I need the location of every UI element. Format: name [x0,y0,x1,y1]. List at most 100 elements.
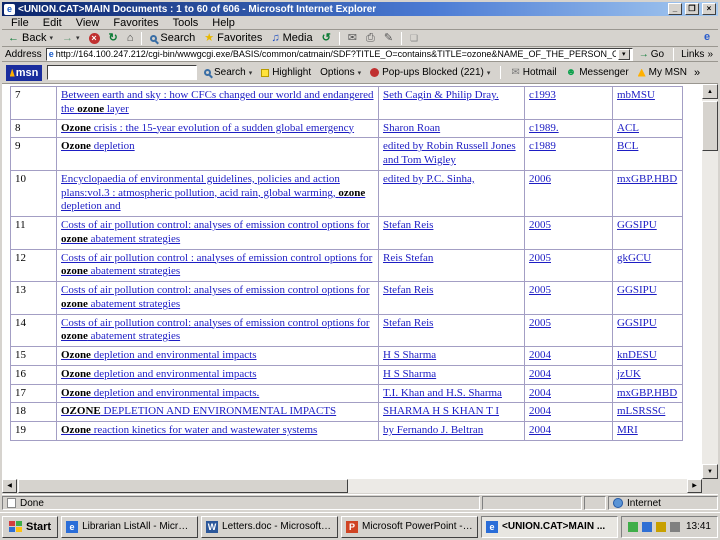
author-link[interactable]: Seth Cagin & Philip Dray. [383,89,499,101]
author-link[interactable]: Stefan Reis [383,219,433,231]
title-link[interactable]: Ozone depletion [61,140,135,152]
code-link[interactable]: jzUK [617,368,641,380]
code-link[interactable]: mLSRSSC [617,405,665,417]
horizontal-scroll-thumb[interactable] [18,479,348,493]
code-link[interactable]: knDESU [617,349,657,361]
back-button[interactable]: ← Back ▾ [4,31,57,46]
address-input[interactable]: e http://164.100.247.212/cgi-bin/wwwgcgi… [45,47,633,61]
author-link[interactable]: by Fernando J. Beltran [383,424,483,436]
msn-messenger-button[interactable]: ☻ Messenger [564,67,631,78]
menu-file[interactable]: File [4,17,36,29]
year-link[interactable]: 2005 [529,284,551,296]
stop-button[interactable]: × [85,31,104,46]
title-link[interactable]: Costs of air pollution control: analyses… [61,219,370,245]
year-link[interactable]: 2004 [529,405,551,417]
msn-search-input[interactable] [47,65,197,80]
msn-options-button[interactable]: Options ▾ [318,67,363,78]
taskbar-task[interactable]: eLibrarian ListAll - Microsof... [61,515,199,538]
title-link[interactable]: Costs of air pollution control : analyse… [61,252,372,278]
scroll-down-icon[interactable]: ▼ [702,464,718,479]
search-button[interactable]: Search [146,31,199,46]
msn-overflow-chevron-icon[interactable]: » [694,67,700,79]
refresh-button[interactable]: ↻ [105,31,122,46]
year-link[interactable]: 2005 [529,317,551,329]
code-link[interactable]: MRI [617,424,638,436]
year-link[interactable]: 2005 [529,219,551,231]
code-link[interactable]: GGSIPU [617,317,657,329]
tray-icon[interactable] [627,521,638,532]
title-link[interactable]: OZONE DEPLETION AND ENVIRONMENTAL IMPACT… [61,405,336,417]
restore-button[interactable]: ❐ [685,3,699,15]
menu-edit[interactable]: Edit [36,17,69,29]
author-link[interactable]: Stefan Reis [383,284,433,296]
msn-hotmail-button[interactable]: ✉ Hotmail [509,67,558,78]
vertical-scroll-thumb[interactable] [702,101,718,151]
code-link[interactable]: GGSIPU [617,219,657,231]
title-link[interactable]: Encyclopaedia of environmental guideline… [61,173,365,213]
scroll-left-icon[interactable]: ◀ [2,479,17,493]
title-link[interactable]: Between earth and sky : how CFCs changed… [61,89,374,115]
year-link[interactable]: c1989 [529,140,556,152]
title-link[interactable]: Ozone depletion and environmental impact… [61,368,257,380]
author-link[interactable]: Sharon Roan [383,122,440,134]
menu-help[interactable]: Help [205,17,242,29]
code-link[interactable]: GGSIPU [617,284,657,296]
code-link[interactable]: gkGCU [617,252,651,264]
start-button[interactable]: Start [2,515,59,538]
title-link[interactable]: Ozone crisis : the 15-year evolution of … [61,122,354,134]
tray-icon[interactable] [641,521,652,532]
taskbar-task[interactable]: WLetters.doc - Microsoft Word [201,515,339,538]
code-link[interactable]: ACL [617,122,639,134]
author-link[interactable]: Reis Stefan [383,252,433,264]
taskbar-task[interactable]: e <UNION.CAT>MAIN ... [481,515,618,538]
home-button[interactable]: ⌂ [123,31,138,46]
year-link[interactable]: c1993 [529,89,556,101]
year-link[interactable]: 2005 [529,252,551,264]
discuss-button[interactable]: ❏ [406,31,422,46]
forward-button[interactable]: → ▾ [58,31,84,46]
author-link[interactable]: H S Sharma [383,349,436,361]
history-button[interactable]: ↺ [318,31,335,46]
scroll-right-icon[interactable]: ▶ [687,479,702,493]
author-link[interactable]: edited by P.C. Sinha, [383,173,475,185]
menu-view[interactable]: View [69,17,107,29]
code-link[interactable]: BCL [617,140,638,152]
year-link[interactable]: 2006 [529,173,551,185]
code-link[interactable]: mbMSU [617,89,655,101]
author-link[interactable]: edited by Robin Russell Jones and Tom Wi… [383,140,516,166]
year-link[interactable]: 2004 [529,424,551,436]
go-button[interactable]: → Go [637,49,666,60]
msn-highlight-button[interactable]: Highlight [259,67,313,78]
code-link[interactable]: mxGBP.HBD [617,173,677,185]
title-link[interactable]: Ozone depletion and environmental impact… [61,387,259,399]
menu-favorites[interactable]: Favorites [106,17,165,29]
author-link[interactable]: T.I. Khan and H.S. Sharma [383,387,502,399]
author-link[interactable]: Stefan Reis [383,317,433,329]
author-link[interactable]: SHARMA H S KHAN T I [383,405,499,417]
taskbar-task[interactable]: P Microsoft PowerPoint - [U... [341,515,479,538]
year-link[interactable]: 2004 [529,387,551,399]
author-link[interactable]: H S Sharma [383,368,436,380]
vertical-scrollbar[interactable]: ▲ ▼ [702,84,718,479]
edit-button[interactable]: ✎ [380,31,397,46]
address-dropdown-icon[interactable]: ▾ [617,48,630,60]
year-link[interactable]: c1989. [529,122,559,134]
scroll-up-icon[interactable]: ▲ [702,84,718,99]
minimize-button[interactable]: _ [668,3,682,15]
title-link[interactable]: Ozone reaction kinetics for water and wa… [61,424,317,436]
close-button[interactable]: × [702,3,716,15]
msn-search-button[interactable]: Search ▾ [202,67,254,78]
year-link[interactable]: 2004 [529,349,551,361]
title-link[interactable]: Ozone depletion and environmental impact… [61,349,257,361]
horizontal-scrollbar[interactable]: ◀ ▶ [2,479,702,493]
year-link[interactable]: 2004 [529,368,551,380]
print-button[interactable]: ⎙ [362,31,379,46]
title-link[interactable]: Costs of air pollution control: analyses… [61,317,370,343]
menu-tools[interactable]: Tools [166,17,206,29]
title-link[interactable]: Costs of air pollution control: analyses… [61,284,370,310]
msn-mymsn-button[interactable]: My MSN [636,67,689,78]
media-button[interactable]: ♫ Media [267,31,316,46]
code-link[interactable]: mxGBP.HBD [617,387,677,399]
links-button[interactable]: Links » [681,49,715,60]
tray-icon[interactable] [655,521,666,532]
